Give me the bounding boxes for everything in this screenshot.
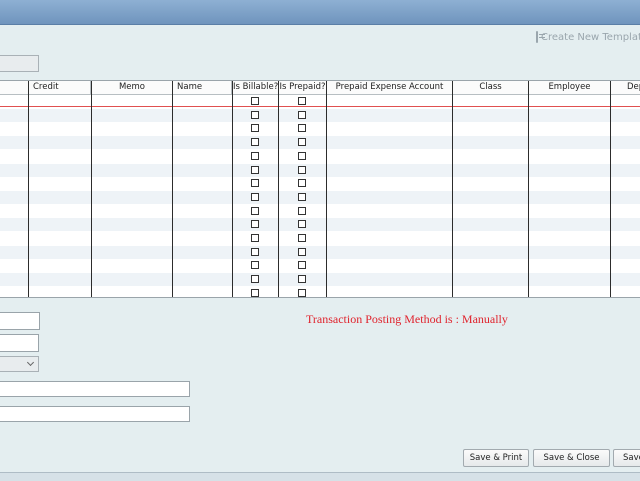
save-new-button[interactable]: Save [613,449,640,467]
form-field-2[interactable] [0,334,39,352]
is-billable-checkbox[interactable] [251,234,259,242]
col-header-class[interactable]: Class [453,81,529,94]
is-prepaid-checkbox[interactable] [298,206,306,215]
is-billable-checkbox[interactable] [251,165,259,174]
table-row[interactable] [0,108,640,122]
table-row[interactable] [0,245,640,259]
is-prepaid-checkbox[interactable] [298,234,306,242]
table-row[interactable] [0,287,640,297]
grid-divider [528,81,529,297]
is-prepaid-checkbox[interactable] [298,124,306,133]
table-row[interactable] [0,232,640,245]
table-row[interactable] [0,163,640,177]
col-header-employee[interactable]: Employee [529,81,611,94]
is-prepaid-checkbox[interactable] [298,192,306,201]
header-field[interactable] [0,55,39,72]
is-billable-checkbox[interactable] [251,275,259,284]
grid-divider [326,81,327,297]
create-new-template-button[interactable]: Create New Template [536,29,640,45]
grid-divider [91,81,92,297]
grid-divider [232,81,233,297]
grid-divider [452,81,453,297]
is-billable-checkbox[interactable] [251,138,259,147]
form-field-1[interactable] [0,312,40,330]
is-billable-checkbox[interactable] [251,124,259,133]
is-prepaid-checkbox[interactable] [298,275,306,284]
is-prepaid-checkbox[interactable] [298,151,306,160]
is-billable-checkbox[interactable] [251,220,259,229]
is-prepaid-checkbox[interactable] [298,110,306,119]
table-row[interactable] [0,259,640,272]
window-titlebar [0,0,640,25]
chevron-down-icon [26,358,35,367]
is-prepaid-checkbox[interactable] [298,97,306,105]
col-header-debit[interactable] [0,81,29,94]
form-field-3[interactable] [0,381,190,397]
is-billable-checkbox[interactable] [251,151,259,160]
table-row[interactable] [0,122,640,135]
table-row[interactable] [0,205,640,218]
is-prepaid-checkbox[interactable] [298,288,306,297]
is-billable-checkbox[interactable] [251,288,259,297]
grid-header: Credit Memo Name Is Billable? Is Prepaid… [0,81,640,95]
col-header-is-prepaid[interactable]: Is Prepaid? [279,81,327,94]
col-header-department[interactable]: Dep [611,81,640,94]
is-billable-checkbox[interactable] [251,97,259,105]
col-header-memo[interactable]: Memo [92,81,173,94]
template-icon [536,31,545,43]
col-header-name[interactable]: Name [173,81,232,94]
posting-method-status: Transaction Posting Method is : Manually [306,312,508,326]
col-header-prepaid-expense-account[interactable]: Prepaid Expense Account [327,81,453,94]
is-billable-checkbox[interactable] [251,247,259,256]
save-print-button[interactable]: Save & Print [463,449,529,467]
table-row[interactable] [0,150,640,163]
is-prepaid-checkbox[interactable] [298,220,306,229]
table-row[interactable] [0,136,640,150]
table-row[interactable] [0,273,640,287]
is-prepaid-checkbox[interactable] [298,261,306,270]
is-billable-checkbox[interactable] [251,261,259,270]
is-billable-checkbox[interactable] [251,192,259,201]
current-row-indicator [0,106,640,107]
save-close-button[interactable]: Save & Close [533,449,610,467]
is-billable-checkbox[interactable] [251,179,259,188]
is-prepaid-checkbox[interactable] [298,247,306,256]
grid-divider [278,81,279,297]
create-template-label: Create New Template [541,31,640,43]
is-prepaid-checkbox[interactable] [298,138,306,147]
col-header-credit[interactable]: Credit [29,81,91,94]
form-dropdown[interactable] [0,356,39,372]
is-prepaid-checkbox[interactable] [298,179,306,188]
grid-divider [28,81,29,297]
grid-divider [610,81,611,297]
table-row[interactable] [0,177,640,190]
col-header-is-billable[interactable]: Is Billable? [233,81,279,94]
is-billable-checkbox[interactable] [251,110,259,119]
form-field-4[interactable] [0,406,190,422]
table-row[interactable] [0,218,640,232]
is-billable-checkbox[interactable] [251,206,259,215]
table-row[interactable] [0,190,640,204]
grid-divider [172,81,173,297]
is-prepaid-checkbox[interactable] [298,165,306,174]
journal-grid: Credit Memo Name Is Billable? Is Prepaid… [0,80,640,298]
